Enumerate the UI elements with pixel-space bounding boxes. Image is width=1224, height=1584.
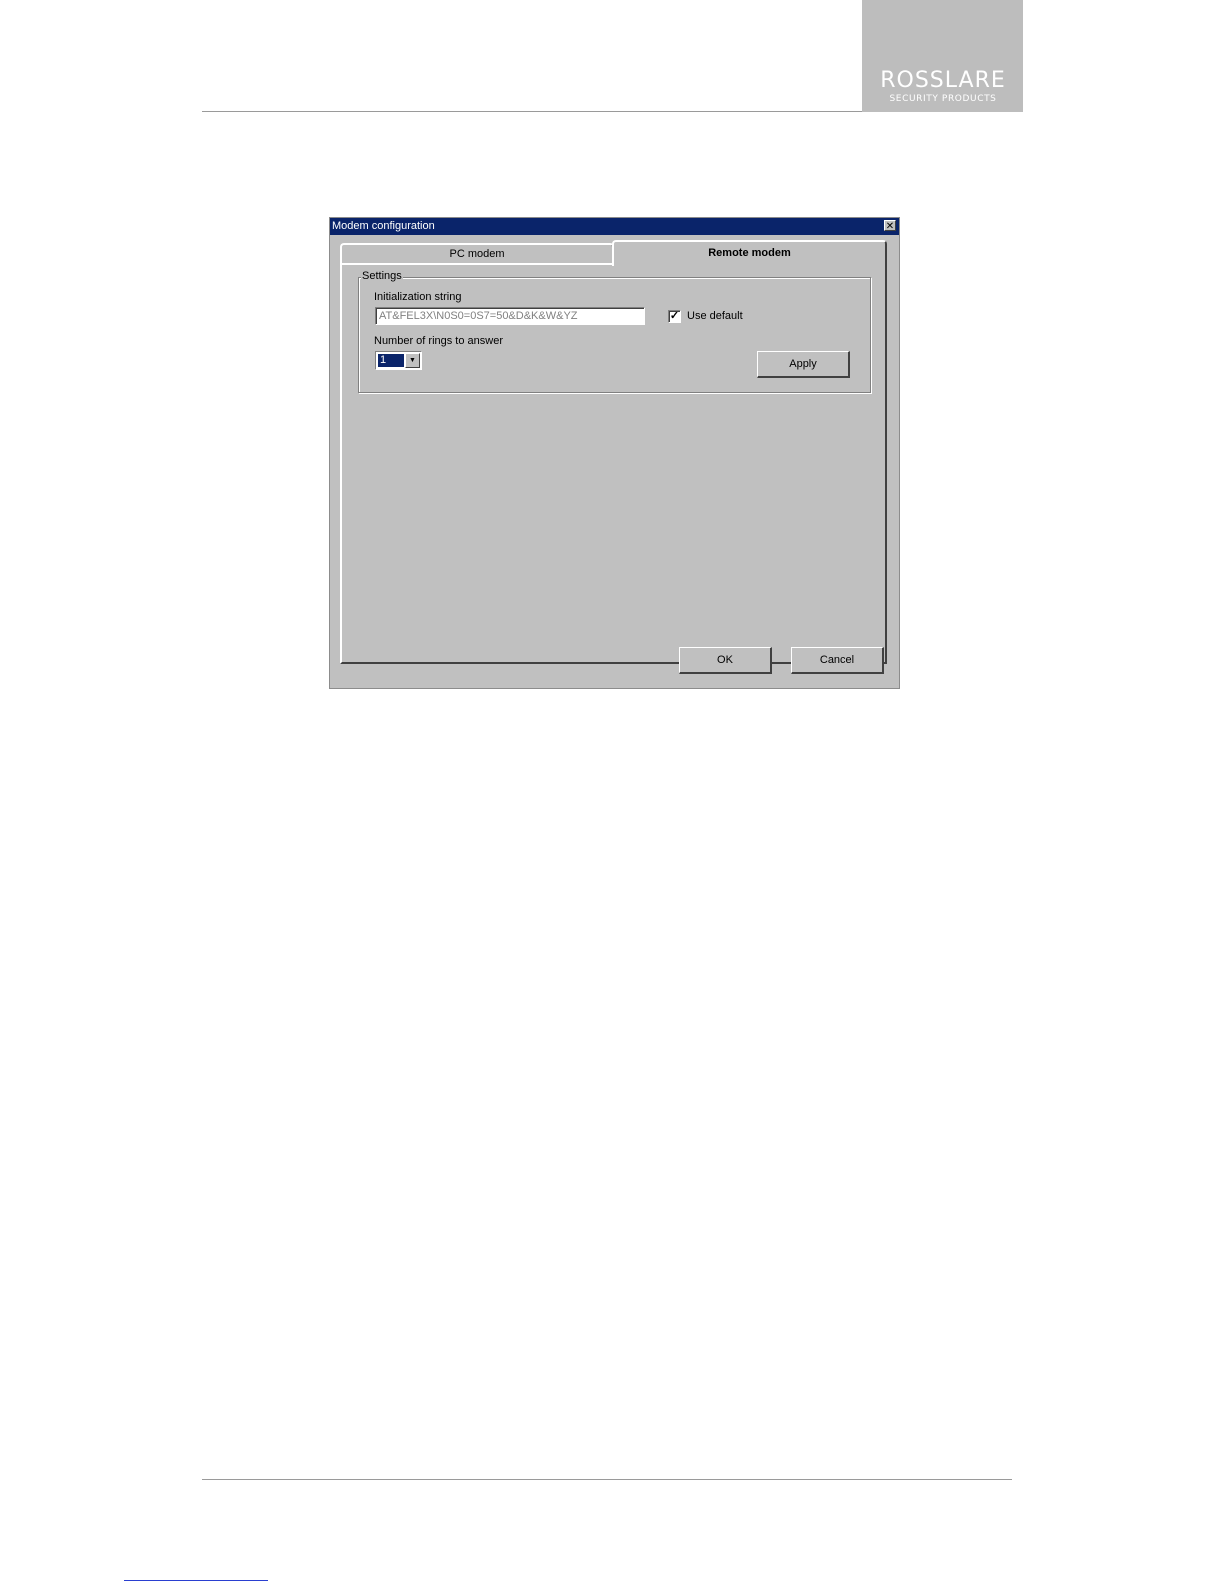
chevron-down-icon[interactable]: ▼ — [405, 353, 420, 368]
dialog-titlebar: Modem configuration ✕ — [330, 218, 899, 235]
footer-link-underline — [124, 1580, 268, 1581]
close-icon[interactable]: ✕ — [884, 220, 896, 232]
init-string-field[interactable]: AT&FEL3X\N0S0=0S7=50&D&K&W&YZ — [375, 307, 645, 325]
settings-legend: Settings — [361, 270, 403, 283]
settings-group: Settings Initialization string AT&FEL3X\… — [358, 270, 871, 393]
rings-value: 1 — [377, 353, 405, 368]
tab-panel: Settings Initialization string AT&FEL3X\… — [340, 263, 887, 664]
use-default-checkbox[interactable]: ✓ — [668, 310, 681, 323]
apply-button[interactable]: Apply — [757, 351, 850, 378]
init-string-label: Initialization string — [374, 291, 462, 303]
rings-label: Number of rings to answer — [374, 335, 503, 347]
dialog-title: Modem configuration — [332, 220, 435, 232]
tab-remote-modem[interactable]: Remote modem — [612, 240, 887, 266]
footer-rule — [202, 1479, 1012, 1480]
rosslare-logo: ROSSLARE SECURITY PRODUCTS — [862, 0, 1023, 112]
ok-button[interactable]: OK — [679, 647, 772, 674]
logo-tagline: SECURITY PRODUCTS — [889, 94, 997, 104]
use-default-label: Use default — [687, 310, 743, 322]
cancel-button[interactable]: Cancel — [791, 647, 884, 674]
modem-configuration-dialog: Modem configuration ✕ PC modem Remote mo… — [329, 217, 900, 689]
rings-select[interactable]: 1 ▼ — [375, 351, 422, 370]
logo-brand: ROSSLARE — [880, 68, 1006, 93]
tab-pc-modem[interactable]: PC modem — [340, 243, 614, 265]
